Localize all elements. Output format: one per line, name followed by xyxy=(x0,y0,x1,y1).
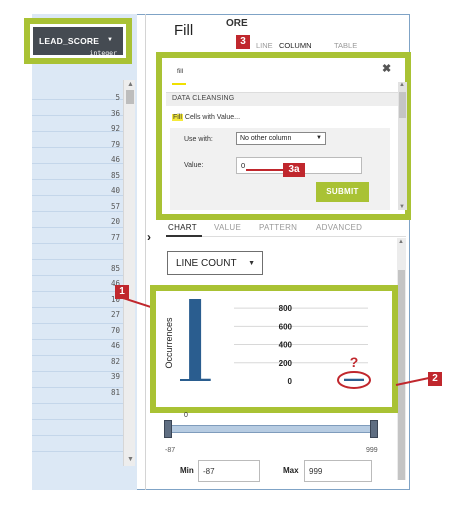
y-tick-label: 600 xyxy=(279,322,293,331)
range-max-tick: 999 xyxy=(366,447,378,454)
min-input[interactable] xyxy=(198,460,260,482)
range-min-handle[interactable] xyxy=(164,420,172,438)
profile-scrollbar[interactable]: ▲ xyxy=(397,238,406,480)
tab-value[interactable]: VALUE xyxy=(214,223,241,232)
y-tick-label: 200 xyxy=(279,359,293,368)
max-input[interactable] xyxy=(304,460,372,482)
range-slider[interactable] xyxy=(164,420,380,440)
line-count-select[interactable]: LINE COUNT ▼ xyxy=(167,251,263,275)
min-label: Min xyxy=(180,466,194,475)
max-label: Max xyxy=(283,466,299,475)
profile-scroll-thumb[interactable] xyxy=(398,270,405,480)
y-axis-label: Occurrences xyxy=(164,317,174,369)
range-slider-track[interactable] xyxy=(168,425,376,433)
collapse-panel-chevron-icon[interactable]: › xyxy=(147,230,151,244)
y-tick-label: 400 xyxy=(279,341,293,350)
range-max-handle[interactable] xyxy=(370,420,378,438)
axis-zero-label: 0 xyxy=(184,412,188,419)
histogram-bar xyxy=(344,378,364,381)
histogram-bar xyxy=(189,299,202,381)
y-tick-label: 800 xyxy=(279,304,293,313)
line-count-label: LINE COUNT xyxy=(176,258,237,269)
callout-1: 1 xyxy=(115,285,129,299)
active-tab-indicator xyxy=(166,235,202,237)
histogram-chart: 0 200 400 600 800 Occurrences? xyxy=(150,285,398,413)
tab-advanced[interactable]: ADVANCED xyxy=(316,223,362,232)
chevron-down-icon: ▼ xyxy=(248,260,255,267)
question-mark: ? xyxy=(350,354,359,370)
tab-bar-divider xyxy=(166,236,406,237)
y-tick-label: 0 xyxy=(288,377,293,386)
scroll-up-icon[interactable]: ▲ xyxy=(398,239,404,245)
tab-chart[interactable]: CHART xyxy=(168,223,197,232)
callout-2: 2 xyxy=(428,372,442,386)
range-min-tick: -87 xyxy=(165,447,176,454)
histogram-bar xyxy=(198,378,211,381)
histogram-svg: 0 200 400 600 800 Occurrences? xyxy=(164,299,371,389)
tab-pattern[interactable]: PATTERN xyxy=(259,223,297,232)
